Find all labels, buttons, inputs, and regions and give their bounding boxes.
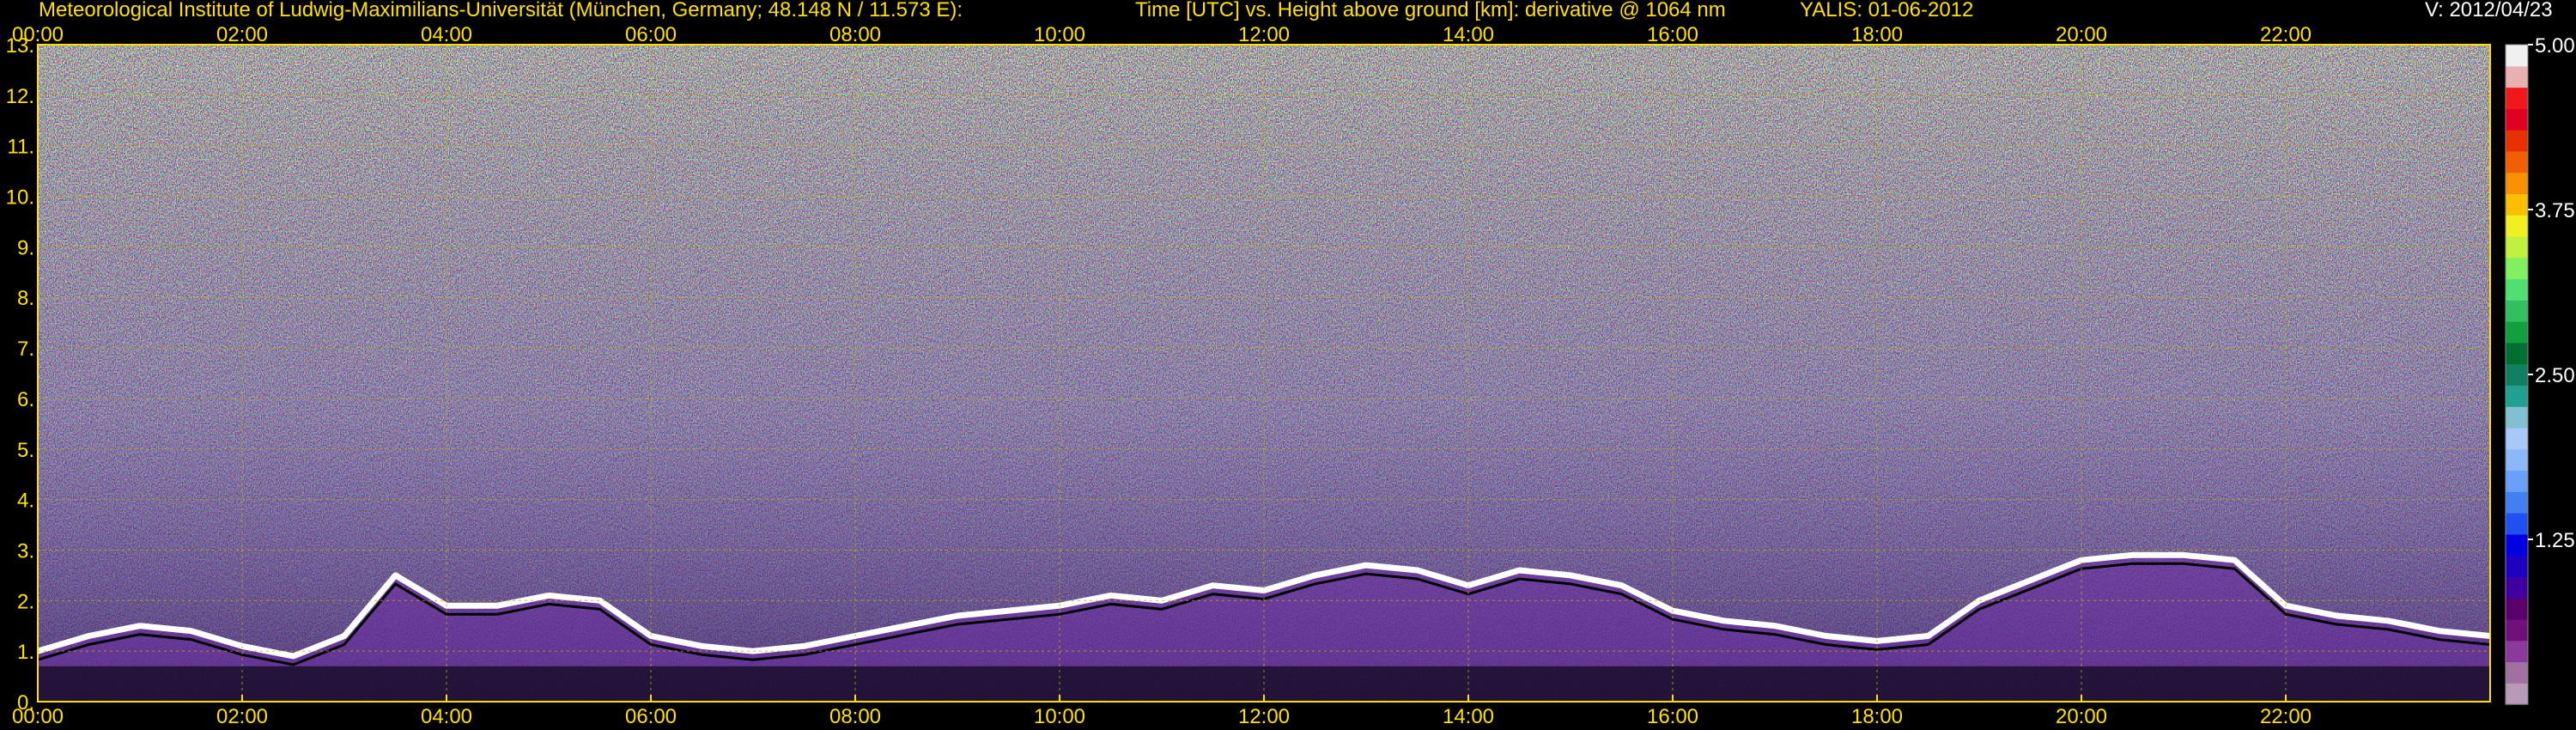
colorbar-swatch (2506, 172, 2528, 195)
colorbar-swatch (2506, 65, 2528, 88)
colorbar-swatch (2506, 257, 2528, 280)
colorbar-swatch (2506, 406, 2528, 429)
x-tick-label-top: 20:00 (2056, 23, 2107, 46)
x-tick-label-top: 14:00 (1443, 23, 1494, 46)
y-tick-label: 13. (6, 34, 34, 58)
colorbar-swatch (2506, 342, 2528, 365)
colorbar-swatch (2506, 598, 2528, 620)
colorbar-swatch (2506, 427, 2528, 450)
y-tick-label: 12. (6, 85, 34, 108)
colorbar-swatch (2506, 321, 2528, 344)
x-tick-label-bottom: 14:00 (1443, 705, 1494, 728)
lidar-figure: Meteorological Institute of Ludwig-Maxim… (0, 0, 2576, 730)
x-tick-label-bottom: 18:00 (1851, 705, 1903, 728)
colorbar-swatch (2506, 555, 2528, 577)
lidar-chart: 00:0000:0002:0002:0004:0004:0006:0006:00… (6, 23, 2575, 728)
colorbar-swatch (2506, 576, 2528, 599)
colorbar-swatch (2506, 491, 2528, 514)
colorbar-swatch (2506, 513, 2528, 535)
x-tick-label-bottom: 22:00 (2260, 705, 2312, 728)
colorbar-swatch (2506, 363, 2528, 386)
x-tick-label-top: 12:00 (1238, 23, 1290, 46)
y-tick-label: 2. (17, 590, 34, 613)
colorbar-swatch (2506, 150, 2528, 173)
colorbar-swatch (2506, 448, 2528, 471)
colorbar-swatch (2506, 300, 2528, 322)
x-tick-label-bottom: 02:00 (216, 705, 268, 728)
colorbar-swatch (2506, 470, 2528, 492)
x-tick-label-top: 22:00 (2260, 23, 2312, 46)
colorbar-swatch (2506, 215, 2528, 237)
colorbar-swatch (2506, 108, 2528, 131)
x-tick-label-top: 10:00 (1034, 23, 1085, 46)
colorbar-swatch (2506, 683, 2528, 705)
x-tick-label-bottom: 04:00 (421, 705, 472, 728)
x-tick-label-top: 16:00 (1647, 23, 1698, 46)
y-tick-label: 3. (17, 539, 34, 563)
x-tick-label-bottom: 20:00 (2056, 705, 2107, 728)
colorbar-swatch (2506, 533, 2528, 557)
x-tick-label-top: 08:00 (829, 23, 881, 46)
y-tick-label: 1. (17, 641, 34, 664)
x-tick-label-top: 06:00 (625, 23, 677, 46)
y-tick-label: 11. (7, 136, 34, 159)
colorbar-tick-label: 1.25 (2535, 529, 2575, 552)
colorbar-swatch (2506, 385, 2528, 407)
x-tick-label-top: 18:00 (1851, 23, 1903, 46)
x-tick-label-top: 04:00 (421, 23, 472, 46)
x-tick-label-bottom: 10:00 (1034, 705, 1085, 728)
colorbar-swatch (2506, 130, 2528, 152)
x-tick-label-bottom: 06:00 (625, 705, 677, 728)
colorbar-swatch (2506, 661, 2528, 684)
colorbar-swatch (2506, 278, 2528, 301)
colorbar-tick-label: 5.00 (2535, 34, 2575, 58)
y-tick-label: 0. (17, 691, 34, 715)
y-tick-label: 10. (6, 186, 34, 210)
y-tick-label: 9. (17, 236, 34, 259)
x-tick-label-bottom: 08:00 (829, 705, 881, 728)
x-tick-label-bottom: 16:00 (1647, 705, 1698, 728)
colorbar-swatch (2506, 235, 2528, 259)
colorbar-swatch (2506, 193, 2528, 216)
x-tick-label-bottom: 12:00 (1238, 705, 1290, 728)
y-tick-label: 6. (17, 388, 34, 411)
y-tick-label: 5. (17, 439, 34, 462)
y-tick-label: 4. (17, 490, 34, 513)
colorbar-swatch (2506, 618, 2528, 642)
colorbar-swatch (2506, 87, 2528, 109)
colorbar-tick-label: 3.75 (2535, 199, 2575, 222)
colorbar-tick-label: 2.50 (2535, 364, 2575, 387)
colorbar-swatch (2506, 640, 2528, 663)
colorbar-swatch (2506, 45, 2528, 67)
y-tick-label: 8. (17, 287, 34, 310)
x-tick-label-top: 02:00 (216, 23, 268, 46)
y-tick-label: 7. (17, 338, 34, 361)
